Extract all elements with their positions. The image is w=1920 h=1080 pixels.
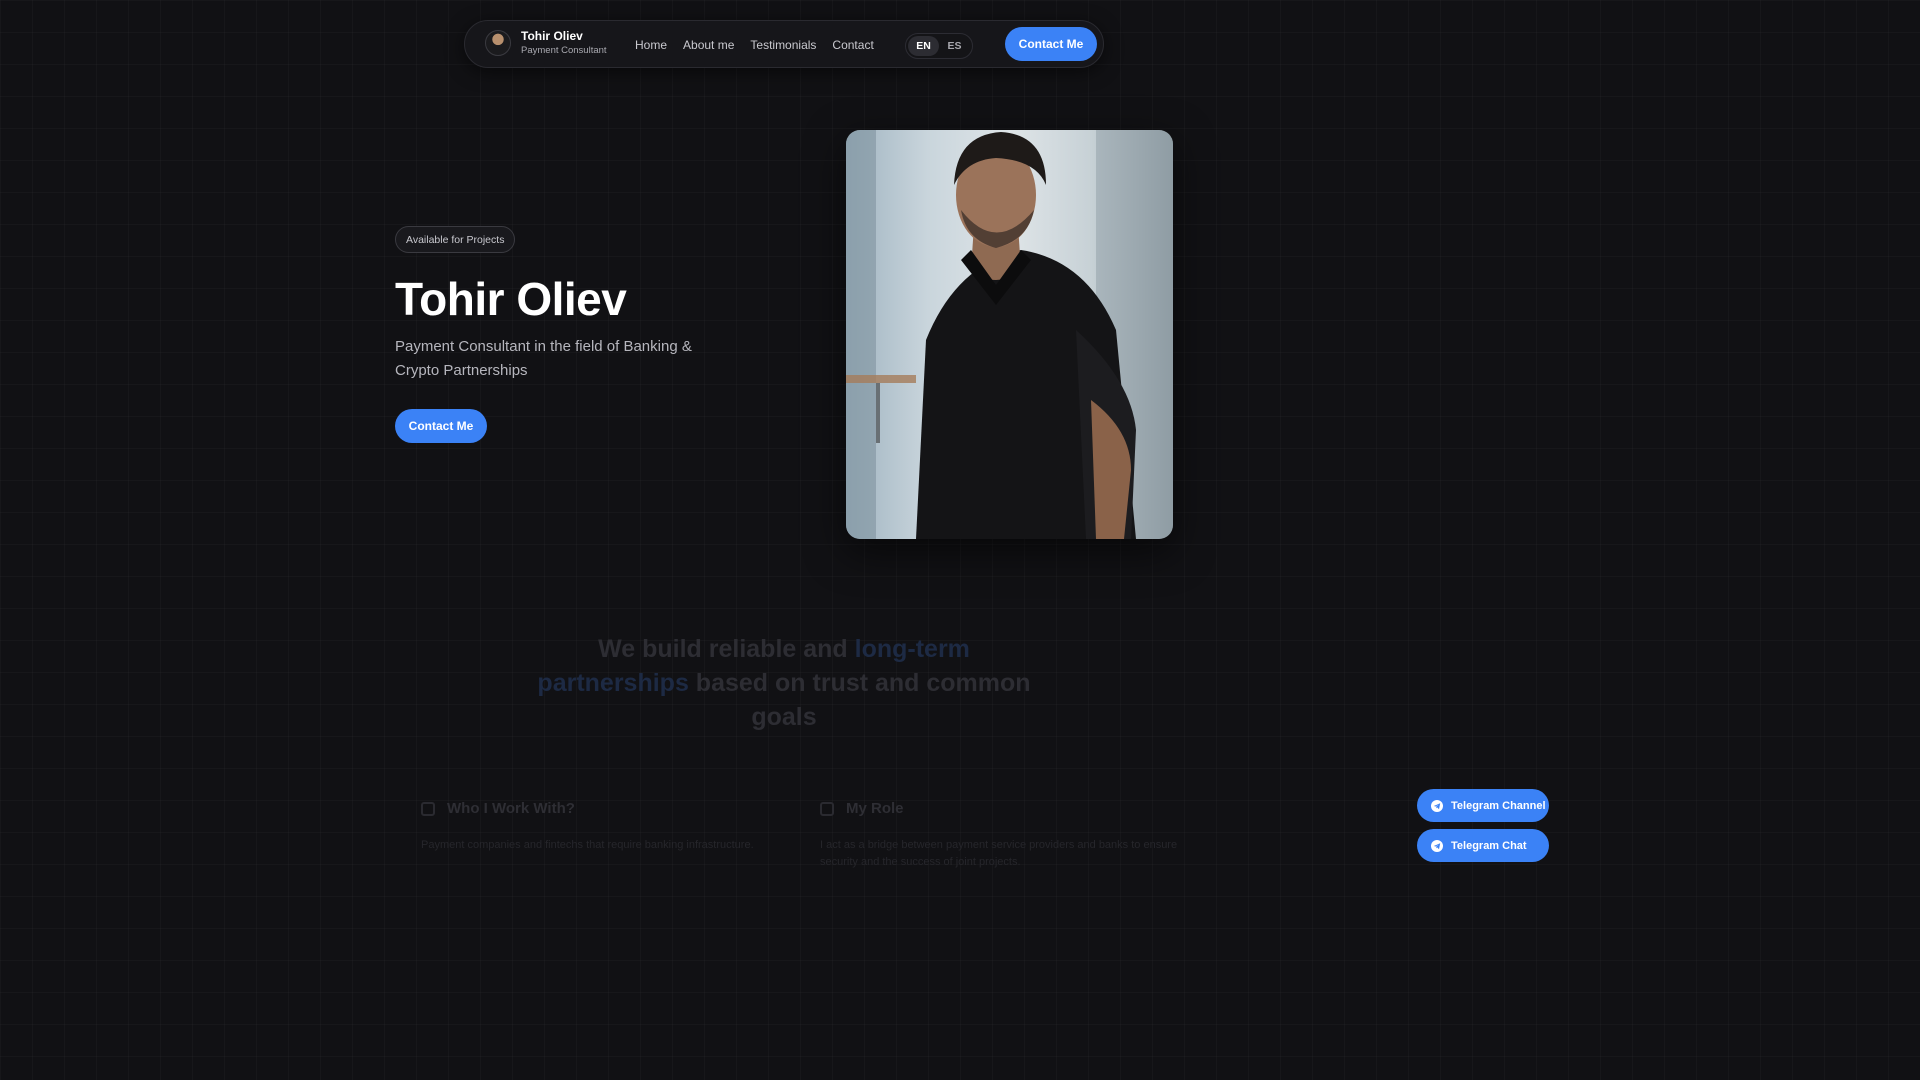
- brand-name: Tohir Oliev: [521, 29, 583, 43]
- telegram-chat-button[interactable]: Telegram Chat: [1417, 829, 1549, 862]
- telegram-chat-label: Telegram Chat: [1451, 839, 1527, 852]
- telegram-icon: [1431, 839, 1443, 852]
- brand-role: Payment Consultant: [521, 45, 607, 57]
- mission-statement: We build reliable and long-term partners…: [534, 632, 1034, 734]
- telegram-channel-label: Telegram Channel: [1451, 799, 1546, 812]
- hero-contact-button[interactable]: Contact Me: [395, 409, 487, 443]
- nav-link-testimonials[interactable]: Testimonials: [750, 38, 816, 52]
- top-navbar: Tohir Oliev Payment Consultant Home Abou…: [464, 20, 1104, 68]
- nav-link-contact[interactable]: Contact: [832, 38, 873, 52]
- users-icon: [421, 801, 435, 816]
- nav-links: Home About me Testimonials Contact: [635, 38, 874, 52]
- avatar: [485, 30, 511, 57]
- card-text: I act as a bridge between payment servic…: [820, 839, 1178, 868]
- briefcase-icon: [820, 801, 834, 816]
- mission-text-2: based on trust and common goals: [688, 669, 1031, 731]
- language-es[interactable]: ES: [939, 36, 970, 56]
- card-title: My Role: [846, 800, 904, 817]
- nav-link-about[interactable]: About me: [683, 38, 734, 52]
- language-en[interactable]: EN: [908, 36, 939, 56]
- hero-subtitle: Payment Consultant in the field of Banki…: [395, 338, 692, 379]
- card-title: Who I Work With?: [447, 800, 575, 817]
- brand[interactable]: Tohir Oliev Payment Consultant: [485, 29, 607, 57]
- language-switcher: EN ES: [905, 33, 973, 59]
- mission-text-1: We build reliable and: [598, 635, 855, 663]
- card-text: Payment companies and fintechs that requ…: [421, 839, 754, 851]
- availability-badge: Available for Projects: [395, 226, 516, 253]
- hero-title: Tohir Oliev: [395, 273, 627, 325]
- nav-contact-button[interactable]: Contact Me: [1005, 27, 1097, 61]
- nav-link-home[interactable]: Home: [635, 38, 667, 52]
- portrait-photo: [846, 130, 1173, 539]
- who-i-work-with-card: Who I Work With? Payment companies and f…: [421, 800, 781, 882]
- telegram-channel-button[interactable]: Telegram Channel: [1417, 789, 1549, 822]
- my-role-card: My Role I act as a bridge between paymen…: [820, 800, 1180, 882]
- telegram-icon: [1431, 799, 1443, 812]
